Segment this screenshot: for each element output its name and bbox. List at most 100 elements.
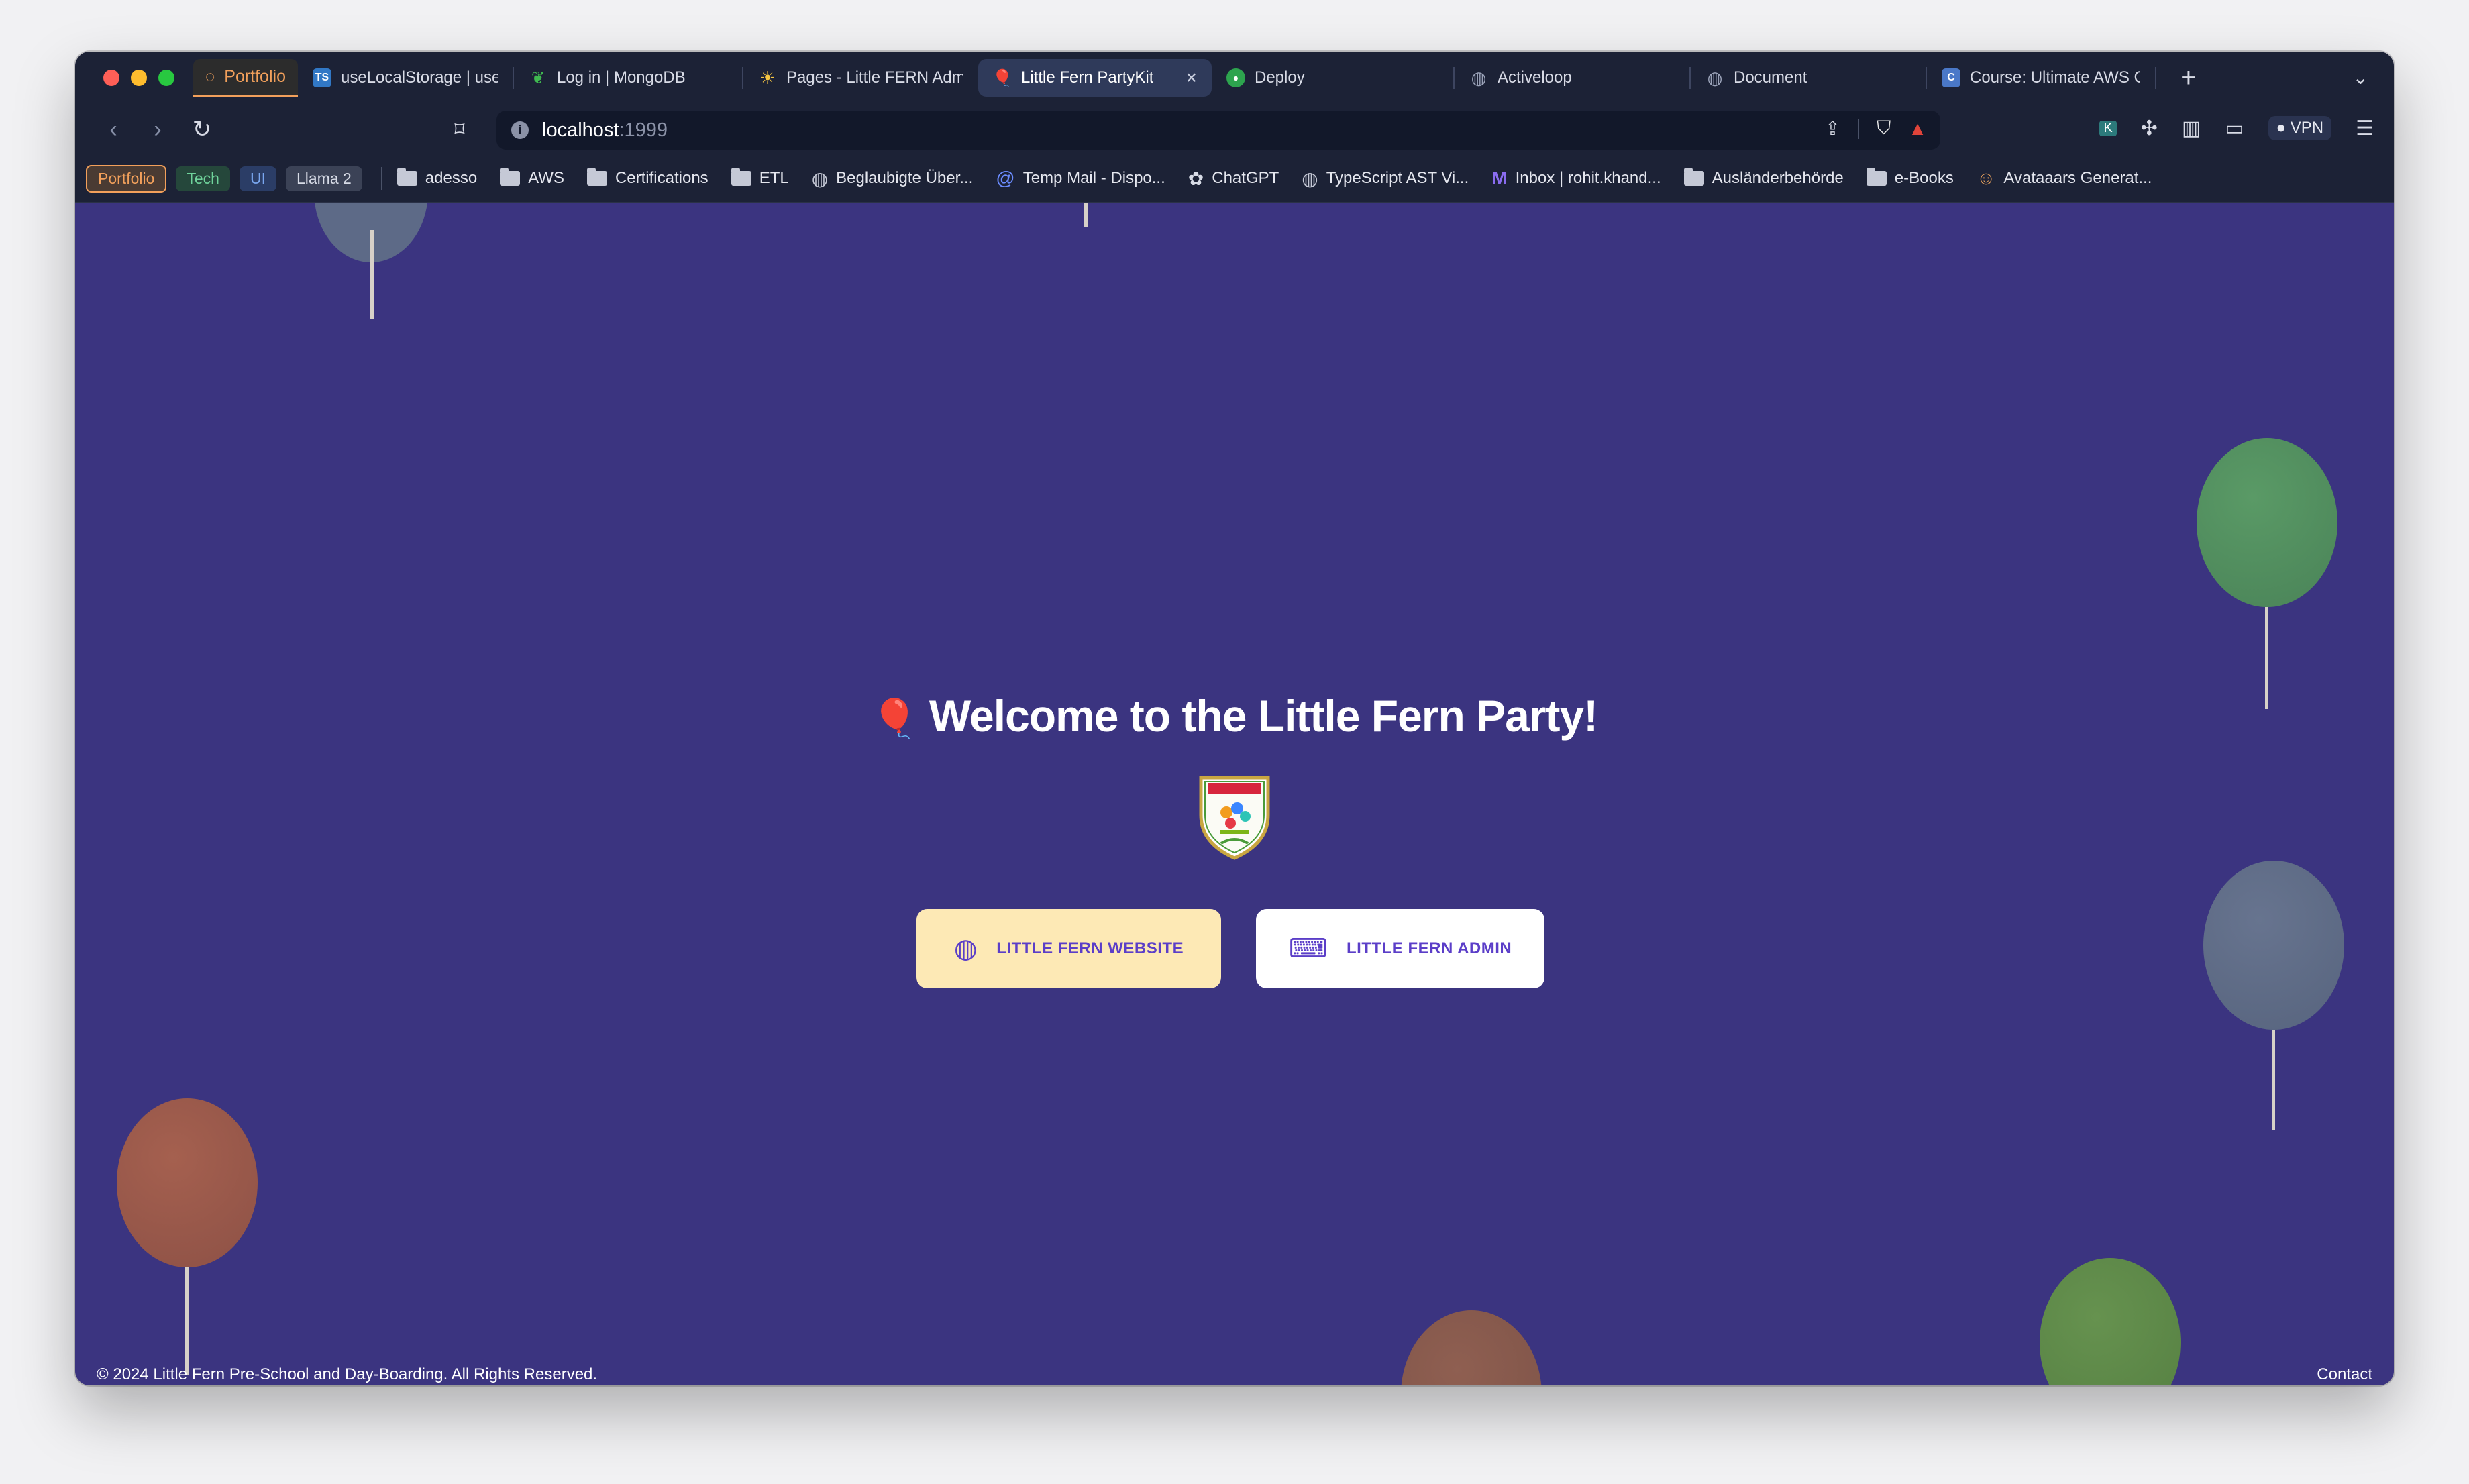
puzzle-extensions-icon[interactable]: ✣ [2141, 117, 2158, 140]
bookmark-label: Temp Mail - Dispo... [1022, 169, 1165, 187]
reload-button[interactable]: ↻ [180, 116, 224, 143]
tab-mongodb[interactable]: ❦ Log in | MongoDB [514, 59, 742, 97]
bookmark-icon[interactable]: ⌑ [437, 118, 482, 142]
page-title: 🎈 Welcome to the Little Fern Party! [75, 690, 2394, 741]
bookmark-avataaars[interactable]: ☺ Avataaars Generat... [1977, 168, 2152, 189]
tab-group-portfolio[interactable]: ◌ Portfolio [193, 59, 298, 97]
vpn-button[interactable]: ● VPN [2268, 116, 2332, 140]
folder-icon [397, 168, 417, 186]
website-button-label: LITTLE FERN WEBSITE [996, 939, 1184, 957]
toolbar-right: K ✣ ▥ ▭ ● VPN ☰ [2099, 116, 2374, 140]
balloon-slate-right [2203, 861, 2344, 1030]
bookmark-group-ui[interactable]: UI [239, 166, 276, 191]
tab-title: Document [1733, 68, 1807, 87]
tab-document[interactable]: ◍ Document [1691, 59, 1926, 97]
tab-little-fern-partykit[interactable]: 🎈 Little Fern PartyKit × [978, 59, 1212, 97]
wallet-icon[interactable]: ▭ [2225, 117, 2244, 140]
extension-icon[interactable]: K [2099, 120, 2117, 136]
chevron-down-icon[interactable]: ⌄ [2353, 66, 2368, 89]
balloon-red-left [117, 1098, 258, 1267]
url-text[interactable]: localhost:1999 [542, 119, 668, 142]
admin-button-label: LITTLE FERN ADMIN [1346, 939, 1512, 957]
globe-icon: ◍ [1302, 168, 1318, 189]
menu-icon[interactable]: ☰ [2356, 117, 2374, 140]
little-fern-logo [1199, 776, 1270, 860]
tab-course-aws[interactable]: C Course: Ultimate AWS C [1927, 59, 2155, 97]
folder-icon [1683, 168, 1704, 186]
address-bar-actions: ⇪ ⛉ ▲ [1825, 117, 1927, 140]
at-sign-icon: @ [996, 168, 1015, 189]
bookmark-folder-adesso[interactable]: adesso [397, 168, 477, 188]
bookmark-label: e-Books [1894, 169, 1954, 187]
bookmark-group-portfolio[interactable]: Portfolio [86, 164, 167, 193]
vpn-label: VPN [2290, 119, 2324, 137]
folder-icon [1866, 168, 1887, 186]
tab-group-label: Portfolio [224, 67, 286, 86]
tab-activeloop[interactable]: ◍ Activeloop [1455, 59, 1689, 97]
new-tab-button[interactable]: + [2170, 63, 2207, 93]
bookmark-folder-ebooks[interactable]: e-Books [1866, 168, 1954, 188]
balloon-string [1084, 203, 1088, 227]
navigation-toolbar: ‹ › ↻ ⌑ i localhost:1999 ⇪ ⛉ ▲ K ✣ ▥ ▭ ●… [75, 104, 2394, 155]
bookmark-typescript-ast[interactable]: ◍ TypeScript AST Vi... [1302, 168, 1469, 190]
contact-link[interactable]: Contact [2317, 1365, 2372, 1384]
loading-icon: ◌ [205, 67, 215, 86]
little-fern-website-button[interactable]: ◍ LITTLE FERN WEBSITE [916, 909, 1221, 988]
divider [1858, 118, 1860, 139]
keyboard-icon: ⌨ [1288, 934, 1328, 963]
share-icon[interactable]: ⇪ [1825, 117, 1840, 140]
bookmark-label: AWS [528, 169, 564, 187]
tab-title: Log in | MongoDB [556, 68, 686, 87]
site-info-icon[interactable]: i [511, 121, 529, 139]
globe-icon: ◍ [1707, 67, 1723, 88]
tab-deploy[interactable]: ● Deploy [1212, 59, 1453, 97]
sun-icon: ☀ [759, 67, 776, 88]
bookmark-label: Ausländerbehörde [1712, 169, 1844, 187]
folder-icon [731, 168, 751, 186]
typescript-icon: TS [312, 68, 331, 87]
maximize-window-button[interactable] [158, 70, 174, 86]
robot-icon: ● [1226, 68, 1245, 87]
bookmark-group-tech[interactable]: Tech [176, 166, 230, 191]
bookmark-folder-auslaenderbehoerde[interactable]: Ausländerbehörde [1683, 168, 1844, 188]
bookmark-folder-certifications[interactable]: Certifications [586, 168, 708, 188]
brave-shields-icon[interactable]: ⛉ [1877, 117, 1891, 140]
bookmark-label: Avataaars Generat... [2003, 169, 2152, 187]
back-button[interactable]: ‹ [91, 117, 136, 143]
bookmark-beglaubigte[interactable]: ◍ Beglaubigte Über... [812, 168, 974, 190]
folder-icon [500, 168, 521, 186]
url-host: localhost [542, 119, 619, 141]
course-icon: C [1941, 68, 1960, 87]
tab-uselocalstorage[interactable]: TS useLocalStorage | useh [298, 59, 513, 97]
brave-rewards-icon[interactable]: ▲ [1908, 118, 1927, 140]
address-bar[interactable]: i localhost:1999 ⇪ ⛉ ▲ [496, 111, 1940, 150]
browser-window: ◌ Portfolio TS useLocalStorage | useh ❦ … [75, 52, 2394, 1385]
bookmark-chatgpt[interactable]: ✿ ChatGPT [1188, 168, 1279, 190]
close-window-button[interactable] [103, 70, 119, 86]
forward-button[interactable]: › [136, 117, 180, 143]
bookmark-label: TypeScript AST Vi... [1326, 169, 1469, 187]
tab-pages-little-fern-admin[interactable]: ☀ Pages - Little FERN Adm [743, 59, 978, 97]
bookmark-group-llama-2[interactable]: Llama 2 [285, 166, 362, 191]
tab-title: Pages - Little FERN Adm [786, 68, 963, 87]
tab-title: Course: Ultimate AWS C [1969, 68, 2140, 87]
bookmark-label: Inbox | rohit.khand... [1515, 169, 1661, 187]
balloon-green-right [2197, 438, 2337, 607]
bookmark-inbox[interactable]: M Inbox | rohit.khand... [1491, 168, 1661, 189]
balloon-olive-bottom [2040, 1258, 2181, 1385]
tab-title: Little Fern PartyKit [1020, 68, 1154, 87]
bookmark-folder-etl[interactable]: ETL [731, 168, 789, 188]
window-controls [103, 70, 174, 86]
minimize-window-button[interactable] [131, 70, 147, 86]
bookmarks-divider [380, 167, 382, 190]
little-fern-admin-button[interactable]: ⌨ LITTLE FERN ADMIN [1256, 909, 1544, 988]
balloon-string [370, 230, 374, 319]
footer-copyright: © 2024 Little Fern Pre-School and Day-Bo… [97, 1365, 598, 1383]
bookmark-folder-aws[interactable]: AWS [500, 168, 564, 188]
bookmark-temp-mail[interactable]: @ Temp Mail - Dispo... [996, 168, 1165, 189]
balloon-icon: 🎈 [992, 68, 1012, 87]
bookmarks-bar: Portfolio Tech UI Llama 2 adesso AWS Cer… [75, 155, 2394, 203]
sidebar-icon[interactable]: ▥ [2182, 117, 2201, 140]
close-tab-icon[interactable]: × [1186, 67, 1197, 89]
tab-title: Deploy [1254, 68, 1305, 87]
